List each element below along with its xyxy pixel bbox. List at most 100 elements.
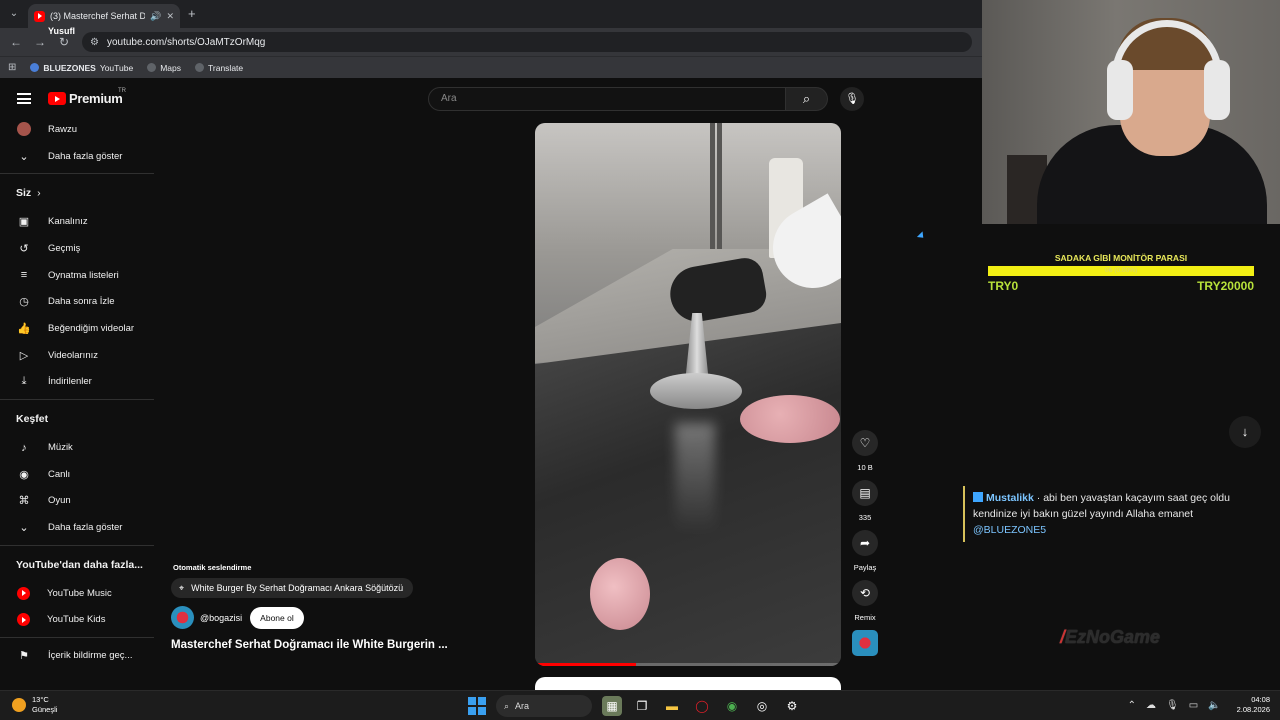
reload-icon[interactable]: ↻ bbox=[59, 35, 69, 49]
url-text[interactable]: youtube.com/shorts/OJaMTzOrMqg bbox=[107, 37, 265, 48]
omnibox[interactable]: ⚙ youtube.com/shorts/OJaMTzOrMqg bbox=[82, 32, 972, 52]
sound-thumbnail[interactable] bbox=[852, 630, 878, 656]
youtube-premium-logo[interactable]: Premium TR bbox=[48, 88, 126, 106]
widgets-icon[interactable]: ▦ bbox=[602, 696, 622, 716]
audio-playing-icon[interactable]: 🔊 bbox=[150, 11, 161, 22]
share-icon[interactable]: ➦ bbox=[852, 530, 878, 556]
task-view-icon[interactable]: ❐ bbox=[632, 696, 652, 716]
windows-start-icon[interactable] bbox=[468, 697, 486, 715]
subscribe-button[interactable]: Abone ol bbox=[250, 606, 304, 629]
share-action[interactable]: ➦ Paylaş bbox=[852, 530, 878, 572]
chevron-up-icon[interactable]: ⌃ bbox=[1128, 700, 1136, 711]
video-progress-bar[interactable] bbox=[535, 663, 841, 666]
chevron-down-icon: ⌄ bbox=[19, 150, 29, 163]
divider bbox=[0, 637, 154, 639]
chevron-down-icon: ⌄ bbox=[19, 522, 29, 535]
comment-icon[interactable]: ▤ bbox=[852, 480, 878, 506]
goal-amounts: TRY0 TRY20000 bbox=[988, 279, 1254, 293]
opera-icon[interactable]: ◯ bbox=[692, 696, 712, 716]
microphone-icon[interactable]: 🎙 bbox=[840, 87, 864, 111]
cloud-icon[interactable]: ☁ bbox=[1146, 700, 1156, 711]
chrome-icon[interactable]: ◉ bbox=[722, 696, 742, 716]
sidebar-item-music[interactable]: ♪ Müzik bbox=[0, 434, 154, 461]
watermark-logo: /EzNoGame bbox=[1060, 627, 1161, 647]
sidebar-item-live[interactable]: ◉ Canlı bbox=[0, 461, 154, 488]
windows-taskbar: 13°C Güneşli ⌕ Ara ▦ ❐ ▬ ◯ ◉ ◎ ⚙ ⌃ ☁ 🎙 ▭… bbox=[0, 690, 1280, 720]
playlist-icon: ≡ bbox=[20, 269, 28, 282]
apps-grid-icon[interactable]: ⊞ bbox=[8, 62, 16, 73]
search-input[interactable]: Ara bbox=[428, 87, 786, 111]
shorts-video-player[interactable] bbox=[535, 123, 841, 666]
sidebar-item-rawzu[interactable]: Rawzu bbox=[0, 116, 154, 143]
sidebar-item-your-videos[interactable]: ▷ Videolarınız bbox=[0, 342, 154, 369]
bookmark-bluezones[interactable]: BLUEZONES bbox=[30, 63, 96, 73]
bookmark-maps[interactable]: Maps bbox=[147, 63, 181, 73]
menu-icon[interactable] bbox=[17, 93, 31, 104]
sidebar-item-report-history[interactable]: ⚑ İçerik bildirme geç... bbox=[0, 642, 154, 669]
sidebar-item-youtube-music[interactable]: YouTube Music bbox=[0, 580, 154, 607]
weather-widget[interactable]: 13°C Güneşli bbox=[12, 695, 57, 715]
like-action[interactable]: ♡ 10 B bbox=[852, 430, 878, 472]
translate-icon bbox=[195, 63, 205, 72]
comment-action[interactable]: ▤ 335 bbox=[852, 480, 878, 522]
video-frame-detail bbox=[675, 423, 715, 533]
channel-avatar[interactable] bbox=[171, 606, 194, 629]
donation-goal-widget: SADAKA GİBİ MONİTÖR PARASI 0₺ (0.00%) TR… bbox=[988, 253, 1254, 293]
video-frame-detail bbox=[650, 373, 742, 409]
obs-icon[interactable]: ◎ bbox=[752, 696, 772, 716]
microphone-icon[interactable]: 🎙 bbox=[1166, 700, 1179, 711]
sidebar-item-history[interactable]: ↺ Geçmiş bbox=[0, 235, 154, 262]
sidebar-item-youtube-kids[interactable]: YouTube Kids bbox=[0, 607, 154, 634]
location-chip[interactable]: ⌖ White Burger By Serhat Doğramacı Ankar… bbox=[171, 578, 414, 598]
heart-icon[interactable]: ♡ bbox=[852, 430, 878, 456]
close-tab-icon[interactable]: ✕ bbox=[166, 11, 174, 22]
sidebar-item-show-more[interactable]: ⌄ Daha fazla göster bbox=[0, 143, 154, 170]
volume-icon[interactable]: 🔈 bbox=[1208, 700, 1220, 711]
youtube-kids-icon bbox=[17, 613, 30, 627]
sound-thumbnail-image[interactable] bbox=[852, 630, 878, 656]
remix-label: Remix bbox=[854, 613, 876, 622]
sidebar-item-playlists[interactable]: ≡ Oynatma listeleri bbox=[0, 262, 154, 289]
bookmark-translate[interactable]: Translate bbox=[195, 63, 243, 73]
sidebar-item-downloads[interactable]: ⤓ İndirilenler bbox=[0, 369, 154, 396]
like-count: 10 B bbox=[857, 463, 873, 472]
divider bbox=[0, 544, 154, 546]
video-progress-fill bbox=[535, 663, 636, 666]
goal-title: SADAKA GİBİ MONİTÖR PARASI bbox=[1054, 253, 1188, 263]
goal-current: TRY0 bbox=[988, 279, 1019, 293]
youtube-logo-icon bbox=[48, 92, 66, 105]
file-explorer-icon[interactable]: ▬ bbox=[662, 696, 682, 716]
bookmark-favicon-icon bbox=[30, 63, 40, 72]
chat-separator: · bbox=[1033, 492, 1044, 504]
sidebar-item-show-more-explore[interactable]: ⌄ Daha fazla göster bbox=[0, 514, 154, 541]
back-icon[interactable]: ← bbox=[10, 35, 22, 49]
tab-search-icon[interactable]: ⌄ bbox=[6, 6, 22, 22]
forward-icon[interactable]: → bbox=[34, 35, 46, 49]
remix-icon[interactable]: ⟲ bbox=[852, 580, 878, 606]
time: 04:08 bbox=[1251, 695, 1270, 704]
sidebar-item-liked-videos[interactable]: 👍 Beğendiğim videolar bbox=[0, 315, 154, 342]
search-icon: ⌕ bbox=[504, 700, 510, 711]
search-icon[interactable]: ⌕ bbox=[786, 87, 828, 111]
sidebar-item-channel[interactable]: ▣ Kanalınız bbox=[0, 208, 154, 235]
clock[interactable]: 04:08 2.08.2026 bbox=[1237, 695, 1270, 715]
channel-handle[interactable]: @bogazisi bbox=[200, 613, 242, 623]
system-tray: ⌃ ☁ 🎙 ▭ 🔈 04:08 2.08.2026 bbox=[1128, 695, 1270, 715]
sidebar-item-watch-later[interactable]: ◷ Daha sonra İzle bbox=[0, 288, 154, 315]
site-info-icon[interactable]: ⚙ bbox=[90, 37, 99, 48]
video-title[interactable]: Masterchef Serhat Doğramacı ile White Bu… bbox=[171, 639, 448, 651]
next-short-preview[interactable] bbox=[535, 677, 841, 691]
video-frame-detail bbox=[740, 395, 840, 443]
scroll-down-arrow-icon[interactable]: ↓ bbox=[1229, 416, 1261, 448]
browser-tab[interactable]: (3) Masterchef Serhat Doğ 🔊 ✕ bbox=[28, 4, 180, 28]
new-tab-icon[interactable]: + bbox=[188, 6, 196, 21]
taskbar-search[interactable]: ⌕ Ara bbox=[496, 695, 592, 717]
bookmark-youtube[interactable]: YouTube bbox=[100, 63, 133, 73]
sidebar-item-gaming[interactable]: ⌘ Oyun bbox=[0, 488, 154, 515]
remix-action[interactable]: ⟲ Remix bbox=[852, 580, 878, 622]
live-icon: ◉ bbox=[19, 468, 29, 481]
stream-overlay-panel bbox=[982, 224, 1280, 690]
display-icon[interactable]: ▭ bbox=[1189, 700, 1198, 711]
sidebar-heading-you[interactable]: Siz › bbox=[0, 178, 154, 208]
steam-icon[interactable]: ⚙ bbox=[782, 696, 802, 716]
